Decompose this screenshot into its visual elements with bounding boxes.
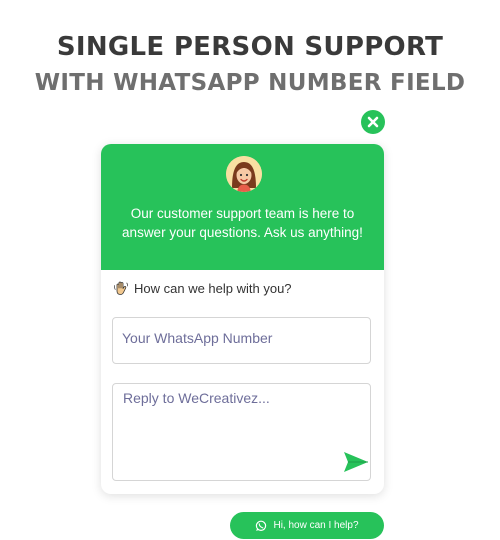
send-button[interactable]	[342, 448, 370, 476]
reply-field[interactable]	[112, 383, 371, 481]
support-agent-avatar	[226, 156, 262, 192]
chat-launcher-label: Hi, how can I help?	[273, 520, 359, 531]
waving-hand-icon	[114, 281, 128, 295]
whatsapp-number-input[interactable]	[113, 318, 370, 363]
close-icon	[367, 116, 379, 128]
widget-header: Our customer support team is here to ans…	[101, 144, 384, 270]
whatsapp-icon	[256, 520, 267, 531]
send-icon	[344, 452, 368, 472]
whatsapp-number-field[interactable]	[112, 317, 371, 364]
page-subheadline: WITH WHATSAPP NUMBER FIELD	[34, 70, 466, 96]
reply-textarea[interactable]	[113, 384, 370, 480]
help-prompt-row: How can we help with you?	[113, 280, 292, 296]
help-prompt-label: How can we help with you?	[134, 280, 292, 296]
close-button[interactable]	[361, 110, 385, 134]
chat-launcher-button[interactable]: Hi, how can I help?	[230, 512, 384, 539]
header-message: Our customer support team is here to ans…	[122, 206, 363, 240]
support-widget: Our customer support team is here to ans…	[101, 144, 384, 494]
page-headline: SINGLE PERSON SUPPORT	[56, 32, 444, 62]
